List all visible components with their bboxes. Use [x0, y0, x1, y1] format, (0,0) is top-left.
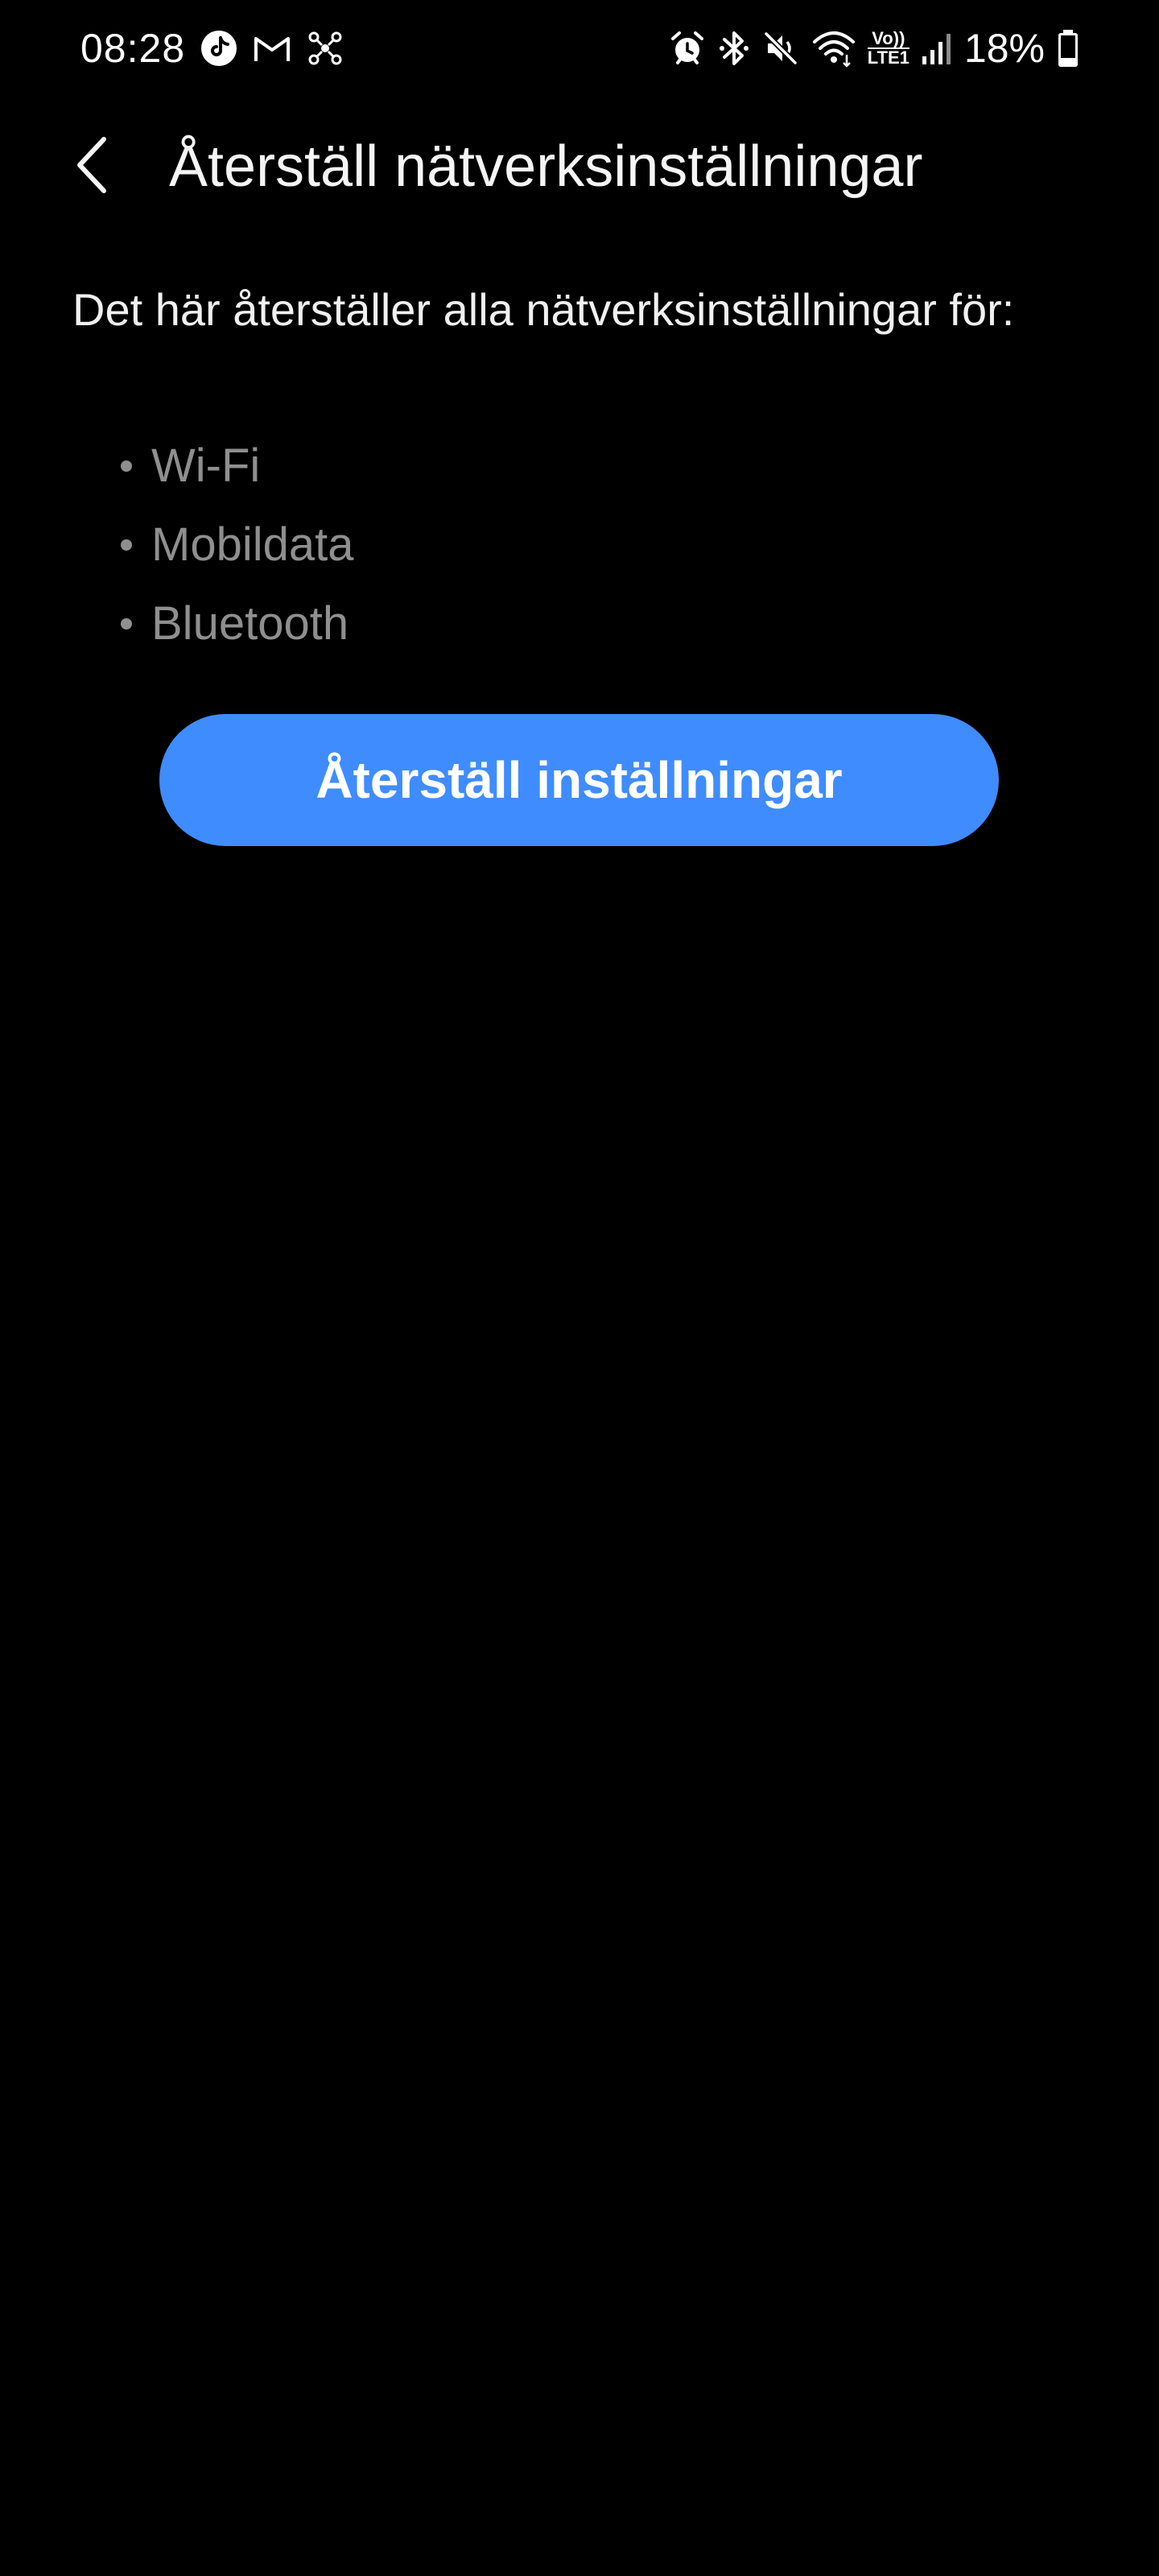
back-button[interactable] — [56, 129, 129, 201]
affected-settings-list: Wi-Fi Mobildata Bluetooth — [121, 427, 353, 663]
bullet-icon — [121, 460, 132, 472]
list-item: Bluetooth — [121, 584, 353, 663]
alarm-icon — [670, 31, 703, 64]
tiktok-notification-icon — [201, 31, 237, 66]
list-item-label: Mobildata — [151, 518, 354, 571]
status-bar: 08:28 Vo)) LTE1 18% — [0, 0, 1159, 97]
status-right-group: Vo)) LTE1 18% — [668, 24, 1080, 72]
gmail-icon — [254, 37, 291, 61]
volte-label: Vo)) — [872, 28, 905, 48]
list-item-label: Bluetooth — [151, 597, 349, 650]
network-hub-icon — [308, 31, 342, 65]
volte-lte-icon: Vo)) LTE1 — [867, 28, 909, 68]
signal-icon — [922, 34, 951, 64]
reset-settings-button[interactable]: Återställ inställningar — [159, 714, 999, 846]
bullet-icon — [121, 539, 132, 551]
mute-icon — [764, 31, 798, 65]
battery-icon — [1058, 30, 1078, 67]
list-item-label: Wi-Fi — [151, 440, 261, 492]
chevron-left-icon — [77, 137, 106, 193]
app-header: Återställ nätverksinställningar — [0, 113, 1159, 217]
bluetooth-icon — [719, 31, 749, 65]
battery-percent: 18% — [963, 26, 1045, 71]
status-time: 08:28 — [80, 26, 186, 71]
list-item: Mobildata — [121, 506, 353, 584]
status-left-group: 08:28 — [80, 24, 344, 72]
page-title: Återställ nätverksinställningar — [169, 134, 923, 199]
wifi-icon — [812, 31, 855, 68]
description-text: Det här återställer alla nätverksinställ… — [72, 284, 1015, 335]
bullet-icon — [121, 618, 132, 630]
list-item: Wi-Fi — [121, 427, 353, 506]
lte-label: LTE1 — [867, 47, 909, 68]
